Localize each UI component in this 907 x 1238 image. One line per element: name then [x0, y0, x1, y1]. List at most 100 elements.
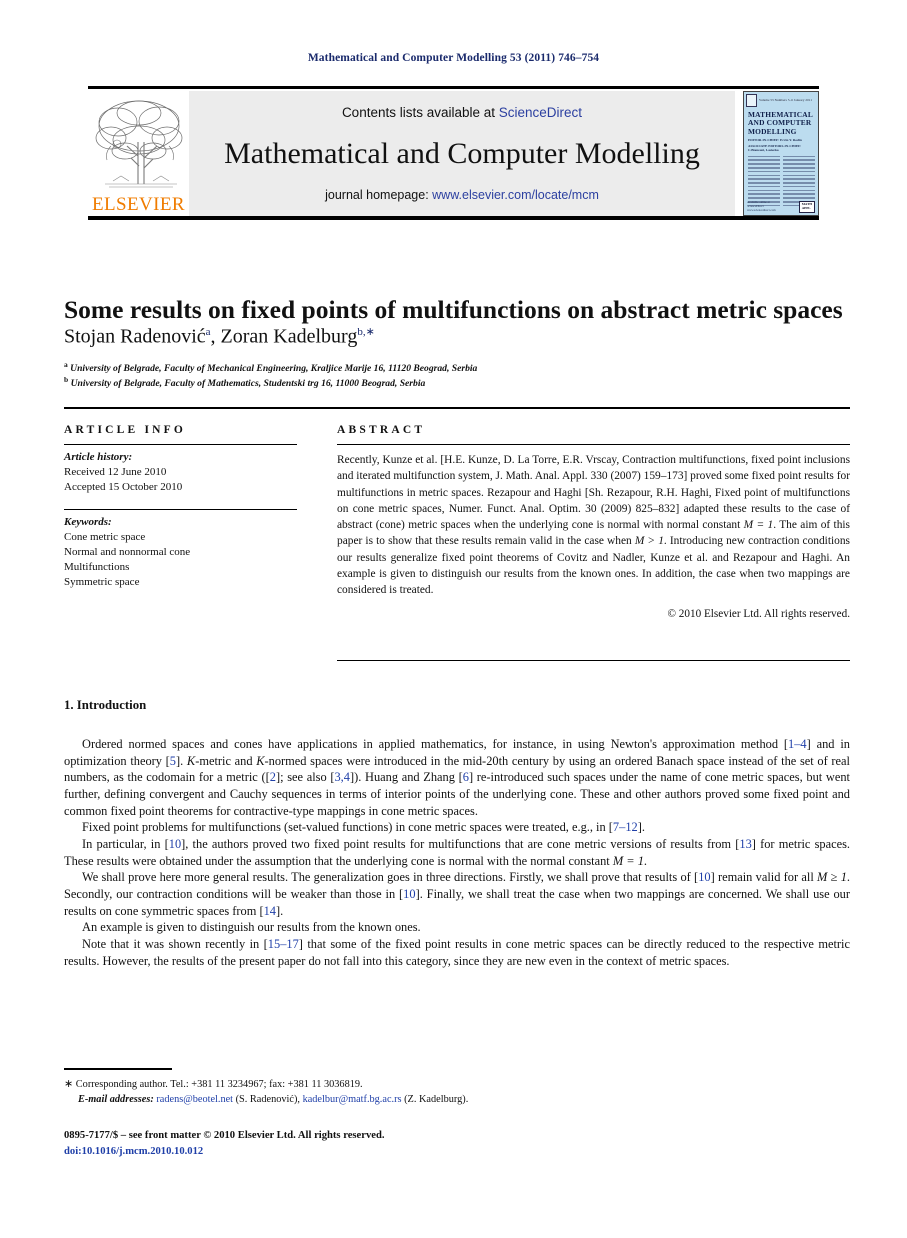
banner-top-rule: [88, 86, 819, 89]
author-list: Stojan Radenovića, Zoran Kadelburgb,∗: [64, 325, 854, 349]
author-name-1: Stojan Radenović: [64, 325, 206, 348]
keywords-block: Keywords: Cone metric space Normal and n…: [64, 510, 297, 591]
author-separator: ,: [210, 325, 221, 348]
intro-p1-g: ]). Huang and Zhang [: [349, 770, 463, 785]
citation-link[interactable]: 10: [169, 837, 181, 851]
info-top-rule: [64, 407, 850, 409]
affiliation-a-text: University of Belgrade, Faculty of Mecha…: [70, 363, 478, 375]
article-info-heading: ARTICLE INFO: [64, 424, 187, 436]
introduction-paragraph-6: Note that it was shown recently in [15–1…: [64, 936, 850, 969]
elsevier-logo: ELSEVIER: [88, 91, 189, 216]
abstract-column: ABSTRACT Recently, Kunze et al. [H.E. Ku…: [337, 424, 850, 620]
introduction-paragraph-3: In particular, in [10], the authors prov…: [64, 836, 850, 869]
intro-p1-f: ]; see also [: [275, 770, 335, 785]
intro-p1-math1: K: [186, 753, 196, 768]
contents-available-line: Contents lists available at ScienceDirec…: [342, 105, 582, 120]
email-addresses-note: E-mail addresses: radens@beotel.net (S. …: [64, 1093, 664, 1108]
affiliation-a: a University of Belgrade, Faculty of Mec…: [64, 360, 854, 375]
affiliation-b-marker: b: [64, 375, 69, 384]
keyword-item: Multifunctions: [64, 561, 130, 574]
intro-p6-a: Note that it was shown recently in [: [82, 937, 268, 952]
citation-link[interactable]: 13: [739, 837, 751, 851]
intro-p2-b: ].: [637, 820, 645, 835]
email-link-2[interactable]: kadelbur@matf.bg.ac.rs: [303, 1094, 402, 1105]
abstract-math-2: M > 1: [634, 535, 664, 548]
citation-link[interactable]: 15–17: [268, 937, 299, 951]
email-owner-1: (S. Radenović): [235, 1093, 298, 1105]
abstract-text: Recently, Kunze et al. [H.E. Kunze, D. L…: [337, 445, 850, 599]
email-addresses-label: E-mail addresses:: [78, 1093, 154, 1105]
running-head: Mathematical and Computer Modelling 53 (…: [307, 52, 600, 64]
author-name-2: Zoran Kadelburg: [220, 325, 358, 348]
email-owner-2: (Z. Kadelburg): [404, 1093, 466, 1105]
article-received-date: Received 12 June 2010: [64, 466, 167, 479]
footnote-rule: [64, 1068, 172, 1070]
cover-sciencedirect-block: Available online at ScienceDirect www.sc…: [747, 200, 776, 213]
citation-link[interactable]: 3,4: [334, 770, 350, 784]
article-info-column: ARTICLE INFO Article history: Received 1…: [64, 424, 297, 590]
intro-p3-d: .: [643, 853, 648, 868]
citation-link[interactable]: 1–4: [788, 737, 807, 751]
page-title: Some results on fixed points of multifun…: [64, 295, 843, 325]
introduction-paragraph-4: We shall prove here more general results…: [64, 869, 850, 919]
contents-prefix: Contents lists available at: [341, 105, 499, 120]
cover-bottom-row: Available online at ScienceDirect www.sc…: [744, 200, 818, 213]
intro-p3-a: In particular, in [: [82, 837, 169, 852]
doi-link[interactable]: doi:10.1016/j.mcm.2010.10.012: [64, 1144, 384, 1160]
journal-homepage-line: journal homepage: www.elsevier.com/locat…: [325, 188, 599, 202]
cover-top-row: Volume 53 Numbers 5–6 January 2011: [744, 92, 818, 107]
citation-link[interactable]: 10: [403, 887, 415, 901]
cover-title: MATHEMATICAL AND COMPUTER MODELLING: [748, 110, 815, 136]
banner-bottom-rule: [88, 216, 819, 220]
abstract-bottom-rule: [337, 660, 850, 661]
cover-issue-line: Volume 53 Numbers 5–6 January 2011: [759, 97, 813, 102]
corresponding-author-text: Corresponding author. Tel.: +381 11 3234…: [75, 1079, 363, 1090]
intro-p4-b: ] remain valid for all: [710, 870, 818, 885]
intro-p4-e: ].: [275, 903, 284, 918]
cover-editors-line2: ASSOCIATE EDITORS-IN-CHIEF: C.Bianconi, …: [748, 144, 802, 153]
citation-link[interactable]: 14: [264, 904, 276, 918]
intro-p1-math2: K: [256, 753, 265, 768]
introduction-paragraph-2: Fixed point problems for multifunctions …: [64, 819, 850, 836]
citation-link[interactable]: 7–12: [613, 820, 638, 834]
cover-title-line3: MODELLING: [748, 126, 797, 136]
intro-p2-a: Fixed point problems for multifunctions …: [82, 820, 613, 835]
footer-block: 0895-7177/$ – see front matter © 2010 El…: [64, 1128, 384, 1160]
elsevier-tree-icon: [91, 96, 187, 194]
email-link-1[interactable]: radens@beotel.net: [156, 1094, 233, 1105]
affiliation-b: b University of Belgrade, Faculty of Mat…: [64, 375, 854, 390]
introduction-body: Ordered normed spaces and cones have app…: [64, 736, 850, 969]
elsevier-wordmark: ELSEVIER: [92, 194, 185, 215]
keyword-item: Symmetric space: [64, 576, 140, 589]
intro-p4-math: M ≥ 1: [817, 870, 847, 885]
article-page: Mathematical and Computer Modelling 53 (…: [0, 0, 907, 1238]
footnote-block: ∗ Corresponding author. Tel.: +381 11 32…: [64, 1077, 664, 1108]
author-marker-2[interactable]: b,∗: [357, 326, 374, 338]
journal-title: Mathematical and Computer Modelling: [224, 137, 700, 170]
intro-p1-c: ].: [176, 753, 187, 768]
email-end: .: [465, 1093, 469, 1105]
abstract-copyright: © 2010 Elsevier Ltd. All rights reserved…: [667, 607, 851, 620]
affiliation-a-marker: a: [64, 360, 68, 369]
corresponding-author-note: ∗ Corresponding author. Tel.: +381 11 32…: [64, 1077, 664, 1093]
sciencedirect-link[interactable]: ScienceDirect: [499, 105, 582, 120]
banner-body: ELSEVIER Contents lists available at Sci…: [88, 91, 819, 216]
affiliation-b-text: University of Belgrade, Faculty of Mathe…: [70, 378, 426, 390]
intro-p3-math: M = 1: [612, 853, 644, 868]
journal-banner: ELSEVIER Contents lists available at Sci…: [88, 86, 819, 220]
keyword-item: Normal and nonnormal cone: [64, 545, 191, 558]
cover-bottom-left-line3: www.sciencedirect.com: [747, 208, 776, 213]
homepage-prefix: journal homepage:: [325, 188, 433, 202]
corresponding-author-marker: ∗: [64, 1078, 74, 1090]
citation-link[interactable]: 10: [698, 870, 710, 884]
introduction-paragraph-1: Ordered normed spaces and cones have app…: [64, 736, 850, 819]
journal-homepage-link[interactable]: www.elsevier.com/locate/mcm: [432, 188, 599, 202]
introduction-paragraph-5: An example is given to distinguish our r…: [82, 920, 421, 935]
cover-publisher-badge-icon: [746, 94, 757, 107]
article-history-block: Article history: Received 12 June 2010 A…: [64, 445, 297, 496]
banner-center: Contents lists available at ScienceDirec…: [189, 91, 735, 216]
article-accepted-date: Accepted 15 October 2010: [64, 481, 183, 494]
keywords-label: Keywords:: [64, 515, 112, 528]
issn-line: 0895-7177/$ – see front matter © 2010 El…: [64, 1130, 385, 1141]
intro-p1-d: -metric and: [195, 753, 257, 768]
